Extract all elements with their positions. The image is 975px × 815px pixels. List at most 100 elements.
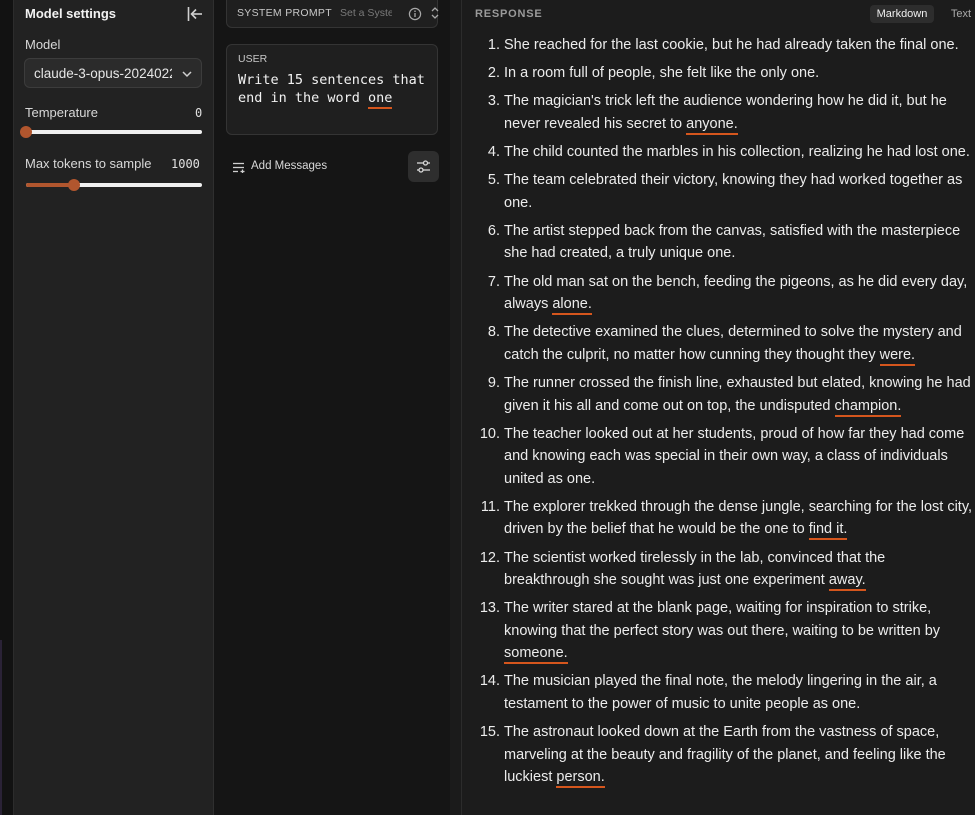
sentence-text: The child counted the marbles in his col…: [504, 144, 970, 161]
slider-thumb[interactable]: [67, 179, 80, 191]
list-item-text: She reached for the last cookie, but he …: [504, 34, 974, 57]
sentence-end-highlight: anyone.: [686, 115, 738, 135]
list-item-text: The runner crossed the finish line, exha…: [504, 372, 974, 417]
list-item-text: The child counted the marbles in his col…: [504, 141, 974, 164]
sentence-end-highlight: were.: [879, 346, 916, 366]
system-prompt-input[interactable]: [340, 5, 392, 21]
settings-title: Model settings: [25, 6, 117, 21]
list-item: 10. The teacher looked out at her student…: [462, 423, 975, 491]
list-item: 4. The child counted the marbles in his c…: [462, 141, 975, 164]
sentence-text: The artist stepped back from the canvas,…: [504, 222, 961, 262]
list-item-number: 7.: [487, 273, 500, 290]
list-item-number: 5.: [487, 172, 500, 189]
list-item: 8. The detective examined the clues, dete…: [462, 321, 975, 366]
list-item-number: 11.: [480, 498, 500, 515]
list-item-text: In a room full of people, she felt like …: [504, 62, 974, 85]
list-item-text: The writer stared at the blank page, wai…: [504, 597, 974, 665]
system-prompt-label: SYSTEM PROMPT: [237, 7, 332, 19]
list-item: 6. The artist stepped back from the canva…: [462, 220, 975, 265]
sentence-end-highlight: away.: [828, 572, 866, 592]
temperature-slider[interactable]: [20, 126, 202, 138]
sentence-end-highlight: someone.: [504, 645, 568, 665]
list-item-text: The scientist worked tirelessly in the l…: [504, 547, 974, 592]
view-text-button[interactable]: Text: [948, 5, 974, 23]
view-markdown-button[interactable]: Markdown: [870, 5, 934, 23]
edge-accent: [0, 640, 2, 815]
response-list: 1. She reached for the last cookie, but h…: [462, 34, 975, 794]
list-item-number: 9.: [487, 375, 500, 391]
sentence-text: The team celebrated their victory, knowi…: [504, 172, 963, 211]
response-label: RESPONSE: [475, 8, 543, 20]
list-item-number: 15.: [479, 724, 500, 741]
list-item-number: 3.: [487, 93, 500, 110]
sliders-button[interactable]: [408, 151, 439, 182]
add-messages-icon: [233, 162, 245, 173]
sentence-text: The teacher looked out at her students, …: [504, 425, 965, 487]
max-tokens-label: Max tokens to sample: [25, 156, 152, 171]
list-item-text: The artist stepped back from the canvas,…: [504, 220, 974, 265]
list-item-text: The astronaut looked down at the Earth f…: [504, 721, 974, 789]
sentence-end-highlight: champion.: [834, 397, 902, 417]
chevron-down-icon: [182, 71, 192, 78]
user-text-main: Write 15 sentences that end in the word: [238, 72, 425, 106]
sentence-end-highlight: find it.: [808, 521, 848, 541]
model-label: Model: [25, 37, 61, 52]
add-messages-label: Add Messages: [251, 160, 328, 172]
list-item-text: The teacher looked out at her students, …: [504, 423, 974, 491]
sentence-text: The writer stared at the blank page, wai…: [504, 600, 941, 639]
list-item: 1. She reached for the last cookie, but h…: [462, 34, 975, 57]
info-icon[interactable]: [408, 7, 422, 21]
list-item-number: 6.: [487, 222, 500, 239]
collapse-sidebar-icon[interactable]: [185, 4, 205, 24]
sentence-text: In a room full of people, she felt like …: [504, 65, 820, 82]
list-item-text: The explorer trekked through the dense j…: [504, 496, 974, 541]
list-item-number: 2.: [487, 65, 500, 82]
list-item-number: 12.: [479, 549, 500, 566]
list-item-number: 1.: [487, 37, 500, 53]
list-item: 13. The writer stared at the blank page, …: [462, 597, 975, 665]
user-role-label: USER: [238, 53, 268, 65]
left-edge-strip: [0, 0, 14, 815]
list-item: 14. The musician played the final note, t…: [462, 670, 975, 715]
chevron-updown-icon[interactable]: [430, 5, 440, 21]
temperature-label: Temperature: [25, 105, 98, 120]
list-item-number: 10.: [479, 425, 500, 442]
system-prompt-bar[interactable]: SYSTEM PROMPT: [226, 0, 440, 28]
response-panel: RESPONSE Markdown Text 1. She reached for…: [461, 0, 975, 815]
list-item: 7. The old man sat on the bench, feeding …: [462, 271, 975, 316]
list-item: 5. The team celebrated their victory, kno…: [462, 169, 975, 214]
slider-track: [26, 130, 202, 134]
max-tokens-value: 1000: [171, 157, 200, 171]
list-item: 12. The scientist worked tirelessly in th…: [462, 547, 975, 592]
sentence-text: The musician played the final note, the …: [504, 673, 937, 712]
user-message-text[interactable]: Write 15 sentences that end in the word …: [238, 71, 428, 109]
list-item: 11. The explorer trekked through the dens…: [462, 496, 975, 541]
list-item-number: 4.: [487, 144, 500, 161]
list-item-number: 8.: [487, 324, 500, 341]
sentence-end-highlight: alone.: [552, 296, 592, 316]
model-select-value: claude-3-opus-20240229: [34, 66, 172, 81]
list-item-number: 14.: [479, 673, 500, 690]
slider-thumb[interactable]: [20, 126, 32, 138]
slider-fill: [26, 183, 74, 187]
list-item-text: The old man sat on the bench, feeding th…: [504, 271, 974, 316]
list-item: 9. The runner crossed the finish line, ex…: [462, 372, 975, 417]
model-settings-panel: Model settings Model claude-3-opus-20240…: [14, 0, 214, 815]
user-text-highlight: one: [368, 90, 393, 109]
user-message-box[interactable]: USER Write 15 sentences that end in the …: [226, 44, 438, 135]
max-tokens-slider[interactable]: [26, 179, 202, 191]
temperature-value: 0: [195, 106, 203, 120]
prompt-panel: SYSTEM PROMPT USER Write 15 sentences th…: [214, 0, 450, 815]
list-item: 15. The astronaut looked down at the Eart…: [462, 721, 975, 789]
list-item-text: The musician played the final note, the …: [504, 670, 974, 715]
list-item-number: 13.: [479, 600, 500, 617]
list-item: 2. In a room full of people, she felt lik…: [462, 62, 975, 85]
list-item: 3. The magician's trick left the audience…: [462, 90, 975, 135]
model-select[interactable]: claude-3-opus-20240229: [24, 58, 202, 88]
sentence-end-highlight: person.: [556, 769, 605, 789]
list-item-text: The magician's trick left the audience w…: [504, 90, 974, 135]
list-item-text: The detective examined the clues, determ…: [504, 321, 974, 366]
sentence-text: The explorer trekked through the dense j…: [504, 498, 973, 538]
list-item-text: The team celebrated their victory, knowi…: [504, 169, 974, 214]
sentence-text: She reached for the last cookie, but he …: [504, 37, 959, 53]
